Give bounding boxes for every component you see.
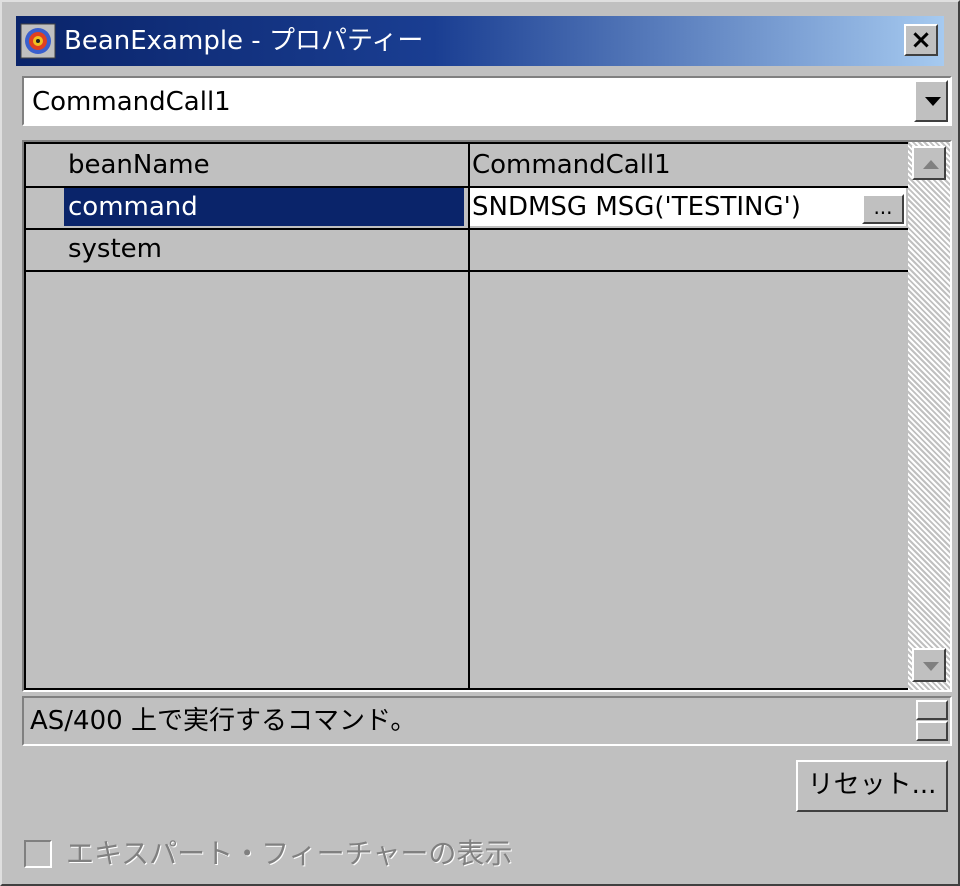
description-scroll-down-button[interactable] [916, 721, 948, 741]
property-row-system[interactable]: system [26, 228, 908, 272]
property-name: beanName [68, 150, 210, 180]
description-scroll[interactable] [916, 700, 948, 742]
property-value[interactable]: CommandCall1 [470, 146, 906, 184]
reset-button[interactable]: リセット... [796, 760, 948, 812]
property-description: AS/400 上で実行するコマンド。 [30, 706, 417, 736]
bean-selector-value: CommandCall1 [32, 87, 231, 117]
window-title: BeanExample - プロパティー [64, 26, 424, 56]
bean-selector-dropdown-button[interactable] [914, 80, 948, 122]
chevron-down-icon [923, 662, 939, 671]
property-grid: beanName CommandCall1 command SNDMSG MSG… [22, 140, 952, 692]
chevron-down-icon [925, 97, 941, 106]
expert-features-label: エキスパート・フィーチャーの表示 [66, 837, 513, 870]
property-value-editor[interactable]: SNDMSG MSG('TESTING') ... [470, 188, 906, 226]
title-bar[interactable]: BeanExample - プロパティー × [16, 16, 944, 66]
property-sheet-window: BeanExample - プロパティー × CommandCall1 bean… [0, 0, 960, 886]
property-name: system [68, 234, 162, 264]
property-value[interactable] [470, 230, 906, 268]
scroll-up-button[interactable] [912, 146, 946, 180]
property-row-command[interactable]: command SNDMSG MSG('TESTING') ... [26, 186, 908, 230]
java-bean-icon [20, 23, 56, 59]
expert-features-checkbox[interactable] [24, 840, 52, 868]
vertical-scrollbar[interactable] [908, 142, 950, 690]
property-editor-button[interactable]: ... [862, 194, 904, 224]
chevron-up-icon [923, 160, 939, 169]
property-table: beanName CommandCall1 command SNDMSG MSG… [24, 142, 908, 690]
bean-selector-combobox[interactable]: CommandCall1 [22, 76, 952, 126]
property-name: command [64, 188, 464, 226]
property-value[interactable]: SNDMSG MSG('TESTING') [472, 192, 801, 222]
property-row-beanname[interactable]: beanName CommandCall1 [26, 144, 908, 188]
description-scroll-up-button[interactable] [916, 700, 948, 720]
description-panel: AS/400 上で実行するコマンド。 [22, 696, 952, 746]
close-button[interactable]: × [904, 24, 938, 56]
scroll-down-button[interactable] [912, 648, 946, 682]
